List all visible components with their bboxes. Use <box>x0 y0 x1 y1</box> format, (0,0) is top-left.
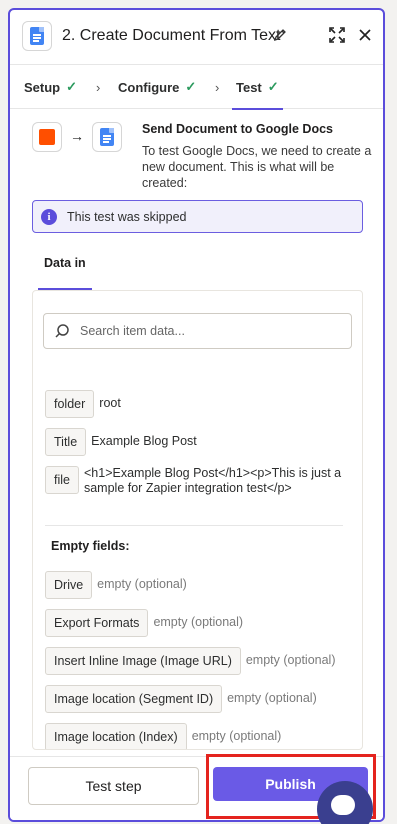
step-panel: 2. Create Document From Text Setup ✓ › C… <box>8 8 385 822</box>
expand-icon[interactable] <box>328 26 346 44</box>
google-docs-icon <box>100 128 114 146</box>
search-placeholder: Search item data... <box>80 324 185 338</box>
field-key: file <box>45 466 79 494</box>
step-tabs: Setup ✓ › Configure ✓ › Test ✓ <box>10 64 383 110</box>
chevron-right-icon: › <box>96 80 101 95</box>
panel-header: 2. Create Document From Text <box>10 10 383 64</box>
field-key: folder <box>45 390 95 418</box>
chat-bubble-icon <box>331 795 355 815</box>
field-key: Export Formats <box>45 609 149 637</box>
summary-description: To test Google Docs, we need to create a… <box>142 144 372 190</box>
field-value: empty (optional) <box>227 691 317 705</box>
field-value: empty (optional) <box>245 653 336 667</box>
divider <box>45 525 343 526</box>
skipped-notice: i This test was skipped <box>32 200 363 233</box>
chevron-right-icon: › <box>215 80 220 95</box>
field-key: Image location (Index) <box>45 723 187 749</box>
field-key: Insert Inline Image (Image URL) <box>45 647 241 675</box>
empty-fields-title: Empty fields: <box>51 539 130 553</box>
field-key: Title <box>45 428 87 456</box>
test-step-button[interactable]: Test step <box>28 767 199 805</box>
zapier-app-badge <box>32 122 62 152</box>
data-in-panel: Search item data... folder root Title Ex… <box>32 290 363 750</box>
field-key: Drive <box>45 571 93 599</box>
field-value: <h1>Example Blog Post</h1><p>This is jus… <box>83 466 342 495</box>
field-value: Example Blog Post <box>91 434 197 448</box>
search-input[interactable]: Search item data... <box>43 313 352 349</box>
google-docs-app-badge <box>22 21 52 51</box>
zapier-icon <box>39 129 55 145</box>
tab-data-in[interactable]: Data in <box>38 256 92 290</box>
pencil-icon[interactable] <box>273 27 287 43</box>
google-docs-app-badge <box>92 122 122 152</box>
arrow-right-icon: → <box>70 128 84 144</box>
skipped-notice-text: This test was skipped <box>67 209 187 224</box>
empty-field-row: Image location (Index) empty (optional) <box>45 723 282 749</box>
field-value: root <box>99 396 121 410</box>
empty-field-row: Insert Inline Image (Image URL) empty (o… <box>45 647 335 675</box>
tab-setup[interactable]: Setup ✓ <box>24 65 77 109</box>
tab-setup-label: Setup <box>24 79 61 95</box>
field-value: empty (optional) <box>97 577 187 591</box>
google-docs-icon <box>30 27 44 45</box>
check-icon: ✓ <box>185 79 197 94</box>
search-icon <box>55 324 69 338</box>
data-field-row: Title Example Blog Post <box>45 428 197 456</box>
tab-configure-label: Configure <box>118 79 180 95</box>
data-field-row: file <h1>Example Blog Post</h1><p>This i… <box>45 466 344 496</box>
summary-title: Send Document to Google Docs <box>142 122 333 136</box>
check-icon: ✓ <box>66 79 78 94</box>
tab-configure[interactable]: Configure ✓ <box>118 65 196 109</box>
field-key: Image location (Segment ID) <box>45 685 223 713</box>
empty-field-row: Image location (Segment ID) empty (optio… <box>45 685 317 713</box>
field-value: empty (optional) <box>191 729 282 743</box>
empty-field-row: Drive empty (optional) <box>45 571 187 599</box>
close-icon[interactable] <box>356 26 374 44</box>
check-icon: ✓ <box>267 79 279 94</box>
field-value: empty (optional) <box>153 615 244 629</box>
step-title[interactable]: 2. Create Document From Text <box>62 27 280 45</box>
tab-test-label: Test <box>236 79 262 95</box>
test-content: → Send Document to Google Docs To test G… <box>10 110 383 756</box>
data-field-row: folder root <box>45 390 121 418</box>
info-icon: i <box>41 208 57 225</box>
tab-test[interactable]: Test ✓ <box>232 65 283 110</box>
empty-field-row: Export Formats empty (optional) <box>45 609 243 637</box>
